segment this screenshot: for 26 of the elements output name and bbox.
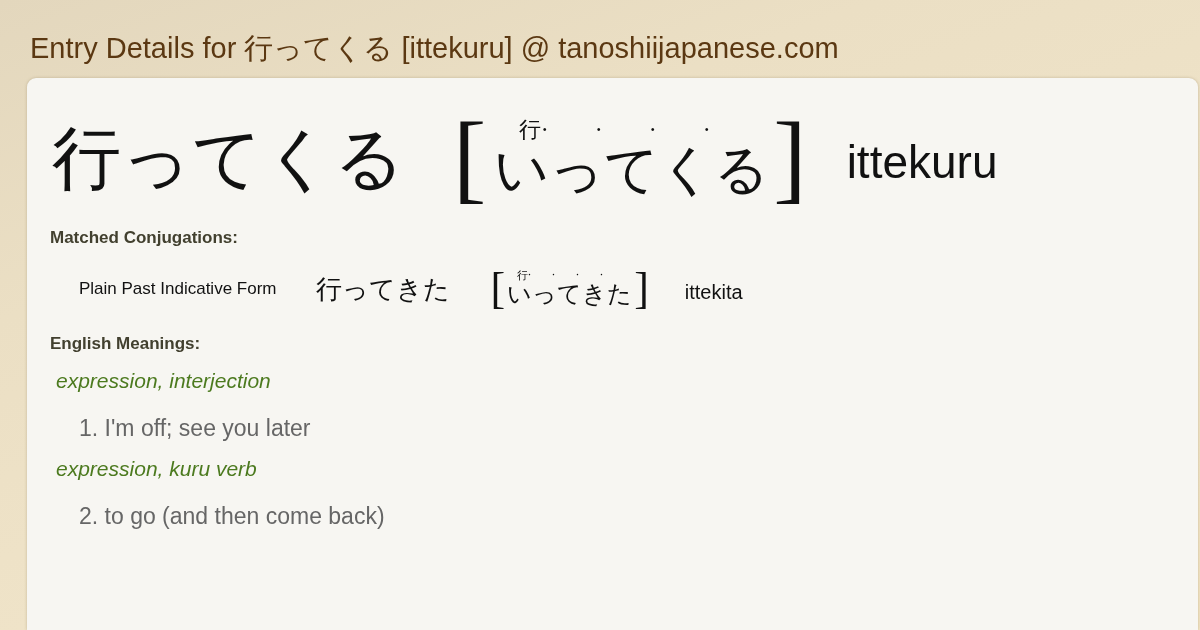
page-title: Entry Details for 行ってくる [ittekuru] @ tanoshiijapanese.com <box>29 31 840 66</box>
conjugation-form: Plain Past Indicative Form <box>79 278 277 301</box>
romaji-text: ittekuru <box>846 134 998 190</box>
part-of-speech: expression, interjection <box>55 368 272 394</box>
kana-reading: いってくる <box>494 141 770 199</box>
entry-word: 行ってくる <box>52 123 405 193</box>
conjugated-word: 行ってきた <box>316 272 451 306</box>
section-heading: Matched Conjugations: <box>49 228 239 248</box>
furigana-text: 行· <box>516 270 532 283</box>
definition-text: 1. I'm off; see you later <box>78 414 312 442</box>
romaji-text: ittekita <box>684 280 743 305</box>
furigana-text: · <box>649 117 657 142</box>
furigana-text: · <box>551 270 556 283</box>
definition-text: 2. to go (and then come back) <box>78 502 386 530</box>
furigana-text: · <box>599 270 604 283</box>
furigana-text: · <box>575 270 580 283</box>
furigana-text: · <box>703 117 711 142</box>
part-of-speech: expression, kuru verb <box>55 456 258 482</box>
reading-bracket: ] <box>773 108 807 208</box>
furigana-text: 行· <box>519 117 549 142</box>
furigana-text: · <box>595 117 603 142</box>
reading-bracket: [ <box>490 267 506 311</box>
kana-reading: いってきた <box>507 282 633 308</box>
reading-bracket: [ <box>453 108 487 208</box>
section-heading: English Meanings: <box>49 334 202 354</box>
reading-bracket: ] <box>634 267 649 311</box>
